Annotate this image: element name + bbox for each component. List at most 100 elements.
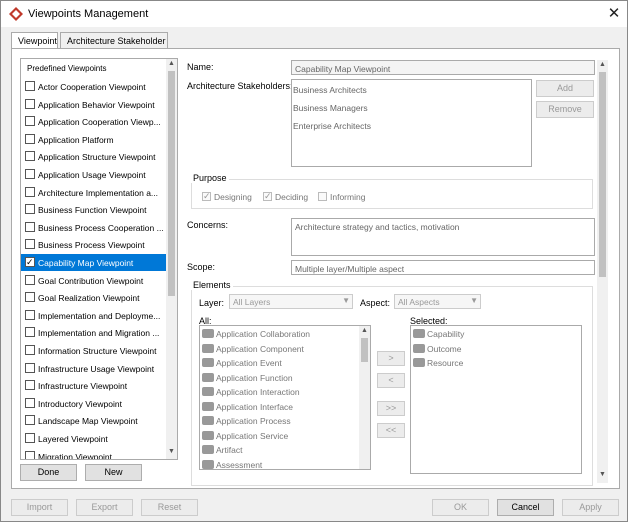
selected-elements-list[interactable]: Capability Outcome Resource	[410, 325, 582, 474]
ok-button[interactable]: OK	[432, 499, 489, 516]
element-label: Application Interface	[216, 401, 294, 412]
cancel-button[interactable]: Cancel	[497, 499, 554, 516]
viewpoint-list-item[interactable]: Goal Contribution Viewpoint	[21, 272, 166, 289]
checkbox-icon[interactable]	[25, 345, 35, 355]
element-label: Artifact	[216, 445, 243, 455]
aspect-select[interactable]: All Aspects ▼	[394, 294, 481, 309]
viewpoint-list-item[interactable]: Application Cooperation Viewp...	[21, 113, 166, 130]
checkbox-label: Designing	[214, 192, 252, 202]
viewpoint-list-item[interactable]: Information Structure Viewpoint	[21, 342, 166, 359]
element-label: Resource	[427, 358, 464, 368]
element-label: Application Function	[216, 372, 293, 383]
element-label: Outcome	[427, 343, 462, 354]
viewpoint-list-item[interactable]: Implementation and Migration ...	[21, 324, 166, 341]
import-button[interactable]: Import	[11, 499, 68, 516]
viewpoint-list-item[interactable]: Migration Viewpoint	[21, 448, 166, 459]
checkbox-icon[interactable]	[25, 397, 35, 408]
close-icon[interactable]: ✕	[605, 5, 623, 23]
layer-select[interactable]: All Layers ▼	[229, 294, 353, 309]
viewpoint-list-item[interactable]: Infrastructure Viewpoint	[21, 377, 166, 394]
viewpoint-list-item[interactable]: Implementation and Deployme...	[21, 307, 166, 324]
checkbox-icon[interactable]	[25, 116, 35, 127]
checkbox-icon[interactable]	[25, 433, 35, 443]
list-item[interactable]: Business Architects	[293, 85, 367, 95]
remove-stakeholder-button[interactable]: Remove	[536, 101, 594, 118]
checkbox-icon[interactable]	[25, 450, 35, 459]
purpose-informing-checkbox[interactable]: Informing	[318, 192, 365, 202]
checkbox-icon[interactable]: ✓	[25, 257, 35, 267]
checkbox-icon[interactable]	[25, 309, 35, 320]
checkbox-icon[interactable]	[25, 81, 35, 91]
element-label: Application Event	[216, 358, 282, 368]
checkbox-icon[interactable]	[25, 380, 35, 391]
viewpoint-list-item[interactable]: Application Usage Viewpoint	[21, 166, 166, 183]
add-stakeholder-button[interactable]: Add	[536, 80, 594, 97]
checkbox-icon[interactable]	[25, 362, 35, 373]
viewpoint-list-item[interactable]: Application Structure Viewpoint	[21, 148, 166, 165]
viewpoint-list-item[interactable]: Introductory Viewpoint	[21, 395, 166, 412]
viewpoint-list-item[interactable]: Goal Realization Viewpoint	[21, 289, 166, 306]
done-button[interactable]: Done	[20, 464, 77, 481]
all-elements-list[interactable]: Application Collaboration Application Com…	[199, 325, 371, 470]
concerns-field[interactable]: Architecture strategy and tactics, motiv…	[291, 218, 595, 256]
scroll-up-icon[interactable]: ▲	[359, 327, 370, 334]
viewpoint-label: Layered Viewpoint	[38, 434, 108, 444]
scope-field[interactable]: Multiple layer/Multiple aspect	[291, 260, 595, 275]
viewpoint-list-item[interactable]: Infrastructure Usage Viewpoint	[21, 360, 166, 377]
checkbox-icon[interactable]	[25, 169, 35, 179]
checkbox-icon[interactable]	[25, 292, 35, 303]
checkbox-icon[interactable]	[25, 98, 35, 109]
details-scrollbar[interactable]: ▲ ▼	[597, 60, 608, 483]
element-type-icon	[202, 401, 214, 411]
viewpoint-list-item[interactable]: Application Behavior Viewpoint	[21, 96, 166, 113]
scroll-down-icon[interactable]: ▼	[597, 471, 608, 478]
viewpoint-list-scrollbar[interactable]: ▲ ▼	[166, 59, 177, 459]
list-item[interactable]: Business Managers	[293, 103, 368, 113]
move-right-button[interactable]: >	[377, 351, 405, 366]
reset-button[interactable]: Reset	[141, 499, 198, 516]
purpose-deciding-checkbox[interactable]: Deciding	[263, 191, 308, 202]
tab-architecture-stakeholder[interactable]: Architecture Stakeholder	[60, 32, 168, 49]
viewpoint-list-item[interactable]: Layered Viewpoint	[21, 430, 166, 447]
checkbox-icon[interactable]	[25, 274, 35, 285]
viewpoint-list-item[interactable]: Architecture Implementation a...	[21, 184, 166, 201]
concerns-label: Concerns:	[187, 220, 229, 230]
viewpoint-label: Architecture Implementation a...	[38, 187, 159, 198]
viewpoint-list-item[interactable]: ✓ Capability Map Viewpoint	[21, 254, 166, 271]
checkbox-icon[interactable]	[25, 221, 35, 232]
viewpoint-list-item[interactable]: Landscape Map Viewpoint	[21, 412, 166, 429]
stakeholders-list[interactable]: Business Architects Business Managers En…	[291, 79, 532, 167]
checkbox-icon[interactable]	[25, 415, 35, 426]
tab-label: Viewpoint	[18, 36, 57, 46]
viewpoint-list-item[interactable]: Actor Cooperation Viewpoint	[21, 78, 166, 95]
viewpoint-label: Application Platform	[38, 134, 114, 145]
checkbox-icon[interactable]	[25, 327, 35, 338]
scroll-up-icon[interactable]: ▲	[166, 60, 177, 67]
name-label: Name:	[187, 62, 214, 72]
scroll-down-icon[interactable]: ▼	[166, 448, 177, 455]
purpose-designing-checkbox[interactable]: Designing	[202, 191, 252, 202]
checkbox-icon[interactable]	[25, 151, 35, 162]
checkbox-icon[interactable]	[25, 204, 35, 215]
all-list-scrollbar[interactable]: ▲	[359, 326, 370, 469]
checkbox-icon[interactable]	[25, 133, 35, 144]
scroll-thumb[interactable]	[361, 338, 368, 362]
app-logo-icon	[9, 7, 23, 21]
move-all-right-button[interactable]: >>	[377, 401, 405, 416]
viewpoint-list-item[interactable]: Business Function Viewpoint	[21, 201, 166, 218]
scroll-thumb[interactable]	[168, 71, 175, 296]
move-all-left-button[interactable]: <<	[377, 423, 405, 438]
new-button[interactable]: New	[85, 464, 142, 481]
viewpoint-list-item[interactable]: Business Process Cooperation ...	[21, 219, 166, 236]
checkbox-icon[interactable]	[25, 239, 35, 250]
viewpoint-list-item[interactable]: Application Platform	[21, 131, 166, 148]
scroll-up-icon[interactable]: ▲	[597, 61, 608, 68]
viewpoint-list-item[interactable]: Business Process Viewpoint	[21, 236, 166, 253]
move-left-button[interactable]: <	[377, 373, 405, 388]
apply-button[interactable]: Apply	[562, 499, 619, 516]
export-button[interactable]: Export	[76, 499, 133, 516]
checkbox-icon[interactable]	[25, 186, 35, 197]
scroll-thumb[interactable]	[599, 72, 606, 277]
list-item[interactable]: Enterprise Architects	[293, 121, 371, 131]
name-field[interactable]: Capability Map Viewpoint	[291, 60, 595, 75]
